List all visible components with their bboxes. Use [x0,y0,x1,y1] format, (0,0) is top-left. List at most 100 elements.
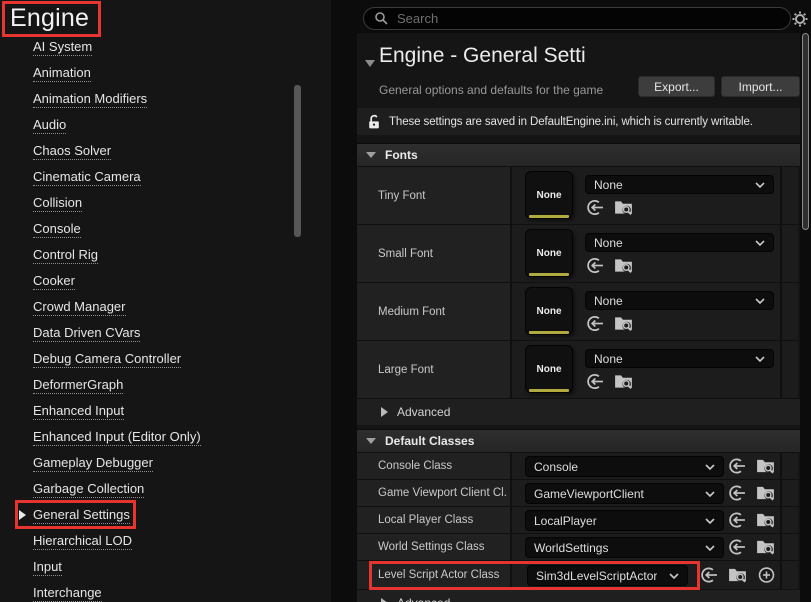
sidebar-item-audio[interactable]: Audio [0,112,300,138]
sidebar-item-chaos-solver[interactable]: Chaos Solver [0,138,300,164]
sidebar-item-ai-system[interactable]: AI System [0,34,300,60]
sidebar-item-cooker[interactable]: Cooker [0,268,300,294]
export-button[interactable]: Export... [638,76,715,97]
sidebar-item-label: Control Rig [33,247,98,264]
sidebar-item-input[interactable]: Input [0,554,300,580]
sidebar-item-general-settings[interactable]: General Settings [0,502,300,528]
setting-label-cell: World Settings Class [357,534,510,560]
sidebar-item-label: Interchange [33,585,102,602]
setting-label-cell: Console Class [357,453,510,479]
use-selected-asset-button[interactable] [727,538,746,557]
sidebar-item-enhanced-input[interactable]: Enhanced Input [0,398,300,424]
fonts-advanced-toggle[interactable]: Advanced [357,398,800,425]
chevron-down-icon [705,464,715,470]
asset-select-dropdown[interactable]: None [585,175,774,194]
asset-actions [727,457,776,476]
sidebar-item-crowd-manager[interactable]: Crowd Manager [0,294,300,320]
use-selected-asset-button[interactable] [585,372,604,391]
asset-thumbnail-label: None [537,248,562,259]
browse-to-asset-button[interactable] [755,457,776,476]
use-selected-asset-button[interactable] [699,566,718,585]
browse-to-asset-button[interactable] [613,372,634,391]
use-selected-asset-button[interactable] [585,198,604,217]
browse-to-asset-button[interactable] [755,484,776,503]
browse-to-asset-button[interactable] [613,314,634,333]
chevron-down-icon [366,438,376,444]
search-input[interactable]: Search [363,7,791,30]
asset-thumbnail[interactable]: None [525,345,573,393]
sidebar-item-console[interactable]: Console [0,216,300,242]
asset-thumbnail[interactable]: None [525,171,573,219]
browse-to-asset-button[interactable] [613,256,634,275]
sidebar-item-label: Input [33,559,62,576]
setting-label: Tiny Font [378,190,426,202]
use-selected-asset-icon [699,566,718,585]
setting-value-cell: None None [510,167,780,224]
use-selected-asset-button[interactable] [727,484,746,503]
import-button[interactable]: Import... [721,76,800,97]
sidebar-item-label: Cooker [33,273,75,290]
sidebar-item-interchange[interactable]: Interchange [0,580,300,602]
gear-icon[interactable] [792,11,808,27]
browse-to-asset-icon [613,256,634,275]
sidebar-item-label: Cinematic Camera [33,169,141,186]
asset-select-dropdown[interactable]: None [585,233,774,252]
fonts-advanced-label: Advanced [397,405,450,419]
sidebar-item-gameplay-debugger[interactable]: Gameplay Debugger [0,450,300,476]
browse-to-asset-button[interactable] [613,198,634,217]
project-settings-window: Engine AI System AnimationAnimation Modif… [0,0,811,602]
class-select-value: Console [534,460,578,474]
collapse-caret-icon[interactable] [365,60,375,67]
sidebar-item-animation[interactable]: Animation [0,60,300,86]
fonts-section-header[interactable]: Fonts [357,143,800,166]
browse-to-asset-icon [613,314,634,333]
sidebar-item-data-driven-cvars[interactable]: Data Driven CVars [0,320,300,346]
asset-select-dropdown[interactable]: None [585,349,774,368]
use-selected-asset-button[interactable] [585,314,604,333]
chevron-down-icon [755,298,765,304]
sidebar-item-enhanced-input-editor-only[interactable]: Enhanced Input (Editor Only) [0,424,300,450]
class-select-dropdown[interactable]: LocalPlayer [525,510,724,531]
sidebar-scrollbar[interactable] [294,85,301,237]
setting-value-cell: LocalPlayer [510,507,780,533]
engine-section-title: Engine [10,4,89,32]
use-selected-asset-button[interactable] [585,256,604,275]
use-selected-asset-button[interactable] [727,457,746,476]
asset-select-value: None [594,178,623,192]
sidebar-item-label: Data Driven CVars [33,325,140,342]
use-selected-asset-button[interactable] [727,511,746,530]
add-class-button[interactable] [757,566,776,585]
asset-thumbnail[interactable]: None [525,229,573,277]
asset-thumbnail[interactable]: None [525,287,573,335]
browse-to-asset-button[interactable] [727,566,748,585]
asset-select-dropdown[interactable]: None [585,291,774,310]
class-select-dropdown[interactable]: Sim3dLevelScriptActor [527,565,688,586]
row-spacer-cell [780,534,798,560]
default-classes-advanced-toggle[interactable]: Advanced [357,589,800,602]
panel-scrollbar-track[interactable] [800,33,811,602]
sidebar-item-hierarchical-lod[interactable]: Hierarchical LOD [0,528,300,554]
sidebar-item-cinematic-camera[interactable]: Cinematic Camera [0,164,300,190]
panel-scrollbar-thumb[interactable] [802,33,809,230]
setting-label-cell: Level Script Actor Class [357,561,510,589]
sidebar-item-animation-modifiers[interactable]: Animation Modifiers [0,86,300,112]
browse-to-asset-button[interactable] [755,511,776,530]
sidebar-item-deformergraph[interactable]: DeformerGraph [0,372,300,398]
setting-label: Level Script Actor Class [378,569,499,581]
sidebar-item-garbage-collection[interactable]: Garbage Collection [0,476,300,502]
class-select-dropdown[interactable]: GameViewportClient [525,483,724,504]
browse-to-asset-button[interactable] [755,538,776,557]
setting-value-cell: Sim3dLevelScriptActor [510,561,780,589]
sidebar-item-debug-camera-controller[interactable]: Debug Camera Controller [0,346,300,372]
class-select-dropdown[interactable]: WorldSettings [525,537,724,558]
class-select-dropdown[interactable]: Console [525,456,724,477]
sidebar-item-control-rig[interactable]: Control Rig [0,242,300,268]
default-classes-section-header[interactable]: Default Classes [357,429,800,452]
sidebar-item-collision[interactable]: Collision [0,190,300,216]
font-setting-row: Large Font None None [357,340,800,398]
sidebar-item-label: AI System [33,39,92,56]
setting-label-cell: Local Player Class [357,507,510,533]
row-spacer-cell [780,480,798,506]
chevron-down-icon [669,573,679,579]
use-selected-asset-icon [585,198,604,217]
